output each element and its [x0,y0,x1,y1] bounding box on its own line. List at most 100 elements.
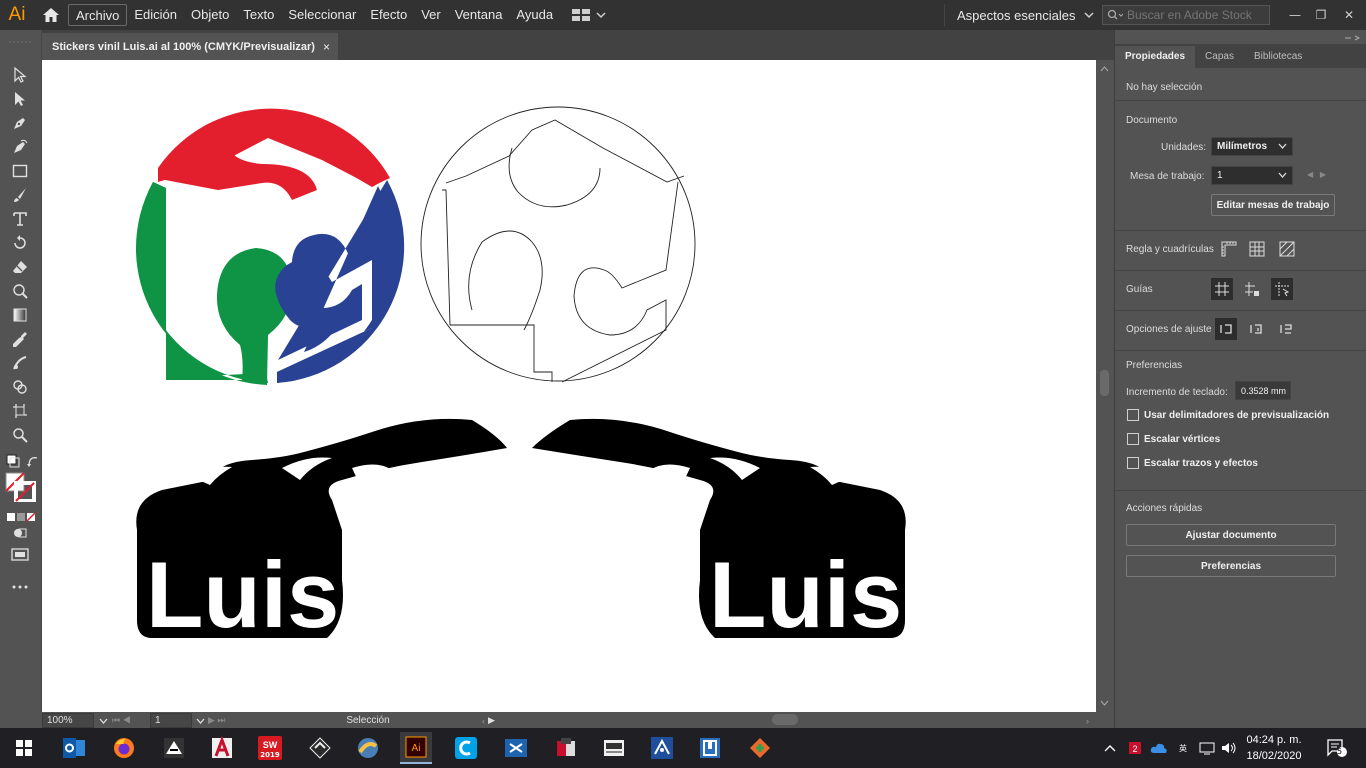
zoom-level-field[interactable]: 100% [42,713,94,728]
taskbar-frame-app[interactable] [694,732,726,764]
menu-archivo[interactable]: Archivo [68,4,128,26]
artboard-dropdown[interactable] [192,718,208,724]
minimize-button[interactable]: — [1282,0,1308,30]
taskbar-vector-app[interactable] [646,732,678,764]
blend-tool[interactable] [8,352,32,374]
swap-fill-stroke[interactable] [2,450,40,472]
vertical-scrollbar[interactable] [1096,60,1113,712]
workspace-switcher[interactable]: Aspectos esenciales [944,4,1094,26]
action-center-button[interactable]: 5 [1320,728,1354,768]
tray-onedrive[interactable] [1148,728,1170,768]
taskbar-clock[interactable]: 04:24 p. m. 18/02/2020 [1240,732,1308,764]
menu-objeto[interactable]: Objeto [184,4,236,26]
document-tab[interactable]: Stickers vinil Luis.ai al 100% (CMYK/Pre… [42,33,338,60]
eyedropper-tool[interactable] [8,328,32,350]
taskbar-solidworks[interactable]: SW 2019 [254,732,286,764]
vertical-scroll-thumb[interactable] [1100,370,1109,396]
units-select[interactable]: Milímetros [1211,137,1293,156]
toggle-grid-button[interactable] [1246,238,1268,260]
taskbar-cura-blue[interactable] [450,732,482,764]
rotate-tool[interactable] [8,232,32,254]
snap-to-glyph-button[interactable] [1275,318,1297,340]
adobe-stock-search[interactable] [1102,5,1270,25]
menu-texto[interactable]: Texto [236,4,281,26]
direct-selection-tool[interactable] [8,88,32,110]
menu-seleccionar[interactable]: Seleccionar [281,4,363,26]
edit-artboards-button[interactable]: Editar mesas de trabajo [1211,194,1335,216]
next-last-artboard[interactable]: ▶ ⏭ [208,715,248,726]
preview-bounds-checkbox[interactable] [1127,409,1139,421]
pen-tool[interactable] [8,112,32,134]
fill-stroke-swatch[interactable] [4,472,38,502]
toggle-guides-button[interactable] [1211,278,1233,300]
artboard-canvas[interactable]: Luis Luis [42,60,1096,712]
scale-corners-checkbox[interactable] [1127,433,1139,445]
taskbar-git-app[interactable] [744,732,776,764]
hscroll-right[interactable]: › [1086,716,1106,726]
menu-edicion[interactable]: Edición [127,4,184,26]
stock-search-input[interactable] [1127,8,1267,22]
screen-mode-button[interactable] [8,544,32,566]
tray-network[interactable] [1196,728,1218,768]
smart-guides-button[interactable] [1271,278,1293,300]
menu-ayuda[interactable]: Ayuda [509,4,560,26]
arrange-documents-button[interactable] [572,9,606,21]
artboard-tool[interactable] [8,400,32,422]
snap-to-pixel-button[interactable] [1245,318,1267,340]
taskbar-laser-app[interactable] [598,732,630,764]
paintbrush-tool[interactable] [8,184,32,206]
first-prev-artboard[interactable]: ⏮ ◀ [112,715,150,726]
preferences-button[interactable]: Preferencias [1126,555,1336,577]
maximize-button[interactable]: ❐ [1308,0,1334,30]
home-button[interactable] [34,0,68,30]
tab-propiedades[interactable]: Propiedades [1115,46,1196,68]
edit-toolbar-button[interactable] [8,576,32,598]
tab-capas[interactable]: Capas [1195,46,1244,68]
taskbar-blue-tool[interactable] [500,732,532,764]
width-tool[interactable] [8,280,32,302]
lock-guides-button[interactable] [1241,278,1263,300]
start-button[interactable] [8,732,40,764]
taskbar-firefox[interactable] [108,732,140,764]
eraser-tool[interactable] [8,256,32,278]
taskbar-cura[interactable] [352,732,384,764]
tray-expand[interactable] [1100,728,1120,768]
draw-mode-button[interactable] [8,522,32,544]
close-tab-button[interactable]: × [323,40,330,54]
curvature-tool[interactable] [8,136,32,158]
menu-efecto[interactable]: Efecto [363,4,414,26]
taskbar-outlook[interactable] [58,732,90,764]
menu-ventana[interactable]: Ventana [448,4,510,26]
tray-keyboard[interactable]: 英 [1172,728,1194,768]
shape-builder-tool[interactable] [8,376,32,398]
toggle-transparency-grid-button[interactable] [1276,238,1298,260]
zoom-dropdown[interactable] [94,718,112,724]
artboard-number-field[interactable]: 1 [150,713,192,728]
close-window-button[interactable]: ✕ [1336,0,1362,30]
gradient-tool[interactable] [8,304,32,326]
panel-collapse-bar[interactable] [1115,32,1366,44]
hscroll-left[interactable]: ‹ [482,716,502,726]
fit-document-button[interactable]: Ajustar documento [1126,524,1336,546]
horizontal-scroll-thumb[interactable] [772,714,798,725]
zoom-tool[interactable] [8,424,32,446]
taskbar-illustrator[interactable]: Ai [400,732,432,764]
scale-strokes-checkbox[interactable] [1127,457,1139,469]
tray-volume[interactable] [1218,728,1240,768]
taskbar-inkscape[interactable] [158,732,190,764]
taskbar-printer-app[interactable] [550,732,582,764]
toggle-rulers-button[interactable] [1218,238,1240,260]
menu-ver[interactable]: Ver [414,4,448,26]
taskbar-cad-app[interactable] [304,732,336,764]
snap-to-point-button[interactable] [1215,318,1237,340]
artboard-icon [13,404,27,418]
keyboard-increment-input[interactable]: 0.3528 mm [1235,381,1291,400]
artboard-nav-arrows[interactable]: ◀ ▶ [1307,170,1326,179]
rectangle-tool[interactable] [8,160,32,182]
tray-antivirus[interactable]: 2 [1124,728,1146,768]
selection-tool[interactable] [8,64,32,86]
tab-bibliotecas[interactable]: Bibliotecas [1244,46,1312,68]
type-tool[interactable] [8,208,32,230]
taskbar-autocad[interactable] [206,732,238,764]
artboard-select[interactable]: 1 [1211,166,1293,185]
